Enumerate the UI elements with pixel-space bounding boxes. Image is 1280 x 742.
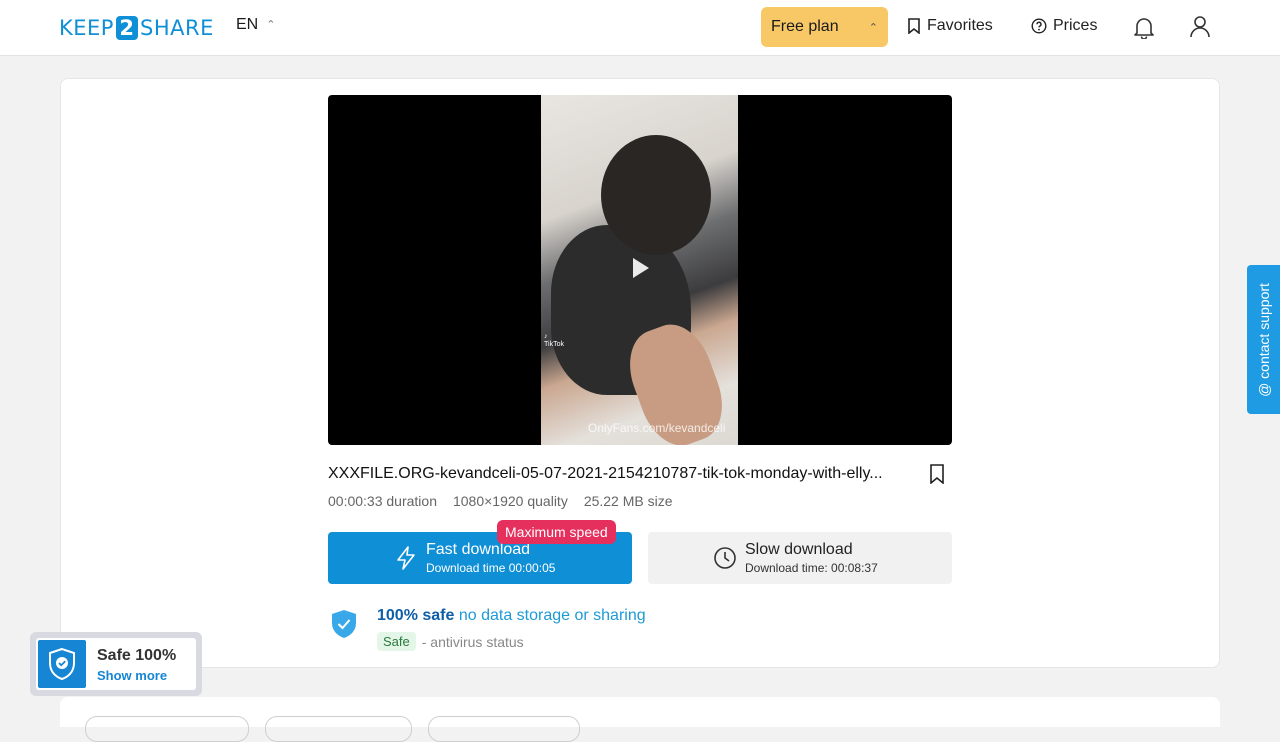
contact-support-tab[interactable]: @ contact support [1247, 265, 1280, 414]
language-label: EN [236, 16, 259, 33]
antivirus-status-text: - antivirus status [421, 633, 524, 650]
logo-text-left: KEEP [59, 16, 114, 40]
question-circle-icon [1031, 18, 1047, 34]
antivirus-status-badge: Safe [377, 632, 416, 651]
keep2share-logo[interactable]: KEEP 2 SHARE [59, 14, 214, 42]
site-header: KEEP 2 SHARE EN ⌃ Free plan ⌃ Favorites Pr… [0, 0, 1280, 56]
duration-value: 00:00:33 [328, 493, 383, 509]
quality-value: 1080×1920 [452, 493, 524, 509]
slow-download-button[interactable]: Slow download Download time: 00:08:37 [648, 532, 952, 584]
add-to-favorites-button[interactable] [924, 460, 950, 488]
slow-download-time: Download time: 00:08:37 [745, 561, 878, 575]
file-name: XXXFILE.ORG-kevandceli-05-07-2021-215421… [328, 465, 883, 482]
shield-check-icon [49, 647, 75, 681]
language-selector[interactable]: EN ⌃ [236, 16, 275, 34]
maximum-speed-badge: Maximum speed [497, 520, 616, 544]
safe-widget-icon-box [38, 640, 86, 688]
shield-check-icon [332, 610, 356, 638]
notifications-button[interactable] [1133, 15, 1155, 44]
safe-widget-show-more[interactable]: Show more [97, 668, 167, 683]
logo-text-right: SHARE [139, 16, 214, 40]
video-watermark: OnlyFans.com/kevandceli [588, 421, 726, 435]
logo-text-mid: 2 [115, 16, 138, 40]
free-plan-button[interactable]: Free plan ⌃ [761, 7, 888, 47]
quality-info: 1080×1920 quality [453, 493, 568, 509]
safety-bold: 100% safe [377, 607, 455, 624]
file-meta: 00:00:33 duration 1080×1920 quality 25.2… [328, 493, 673, 509]
size-label: size [647, 493, 673, 509]
favorites-link[interactable]: Favorites [907, 17, 993, 35]
thumbnail-figure-head [601, 135, 711, 255]
video-preview[interactable]: ♪ TikTok OnlyFans.com/kevandceli [328, 95, 952, 445]
bell-icon [1134, 18, 1154, 40]
fast-download-time: Download time 00:00:05 [426, 561, 556, 575]
tiktok-logo-icon: ♪ TikTok [544, 333, 564, 348]
contact-support-label: @ contact support [1255, 282, 1272, 397]
chevron-up-icon: ⌃ [868, 21, 878, 34]
bookmark-icon [930, 464, 944, 484]
tabs-section [60, 697, 1220, 742]
safety-statement: 100% safe no data storage or sharing [377, 607, 646, 625]
prices-link[interactable]: Prices [1031, 17, 1097, 35]
account-button[interactable] [1189, 15, 1211, 44]
safety-text: no data storage or sharing [458, 607, 646, 624]
prices-label: Prices [1053, 17, 1098, 34]
lightning-icon [397, 546, 415, 570]
clock-icon [714, 547, 736, 569]
chevron-up-icon: ⌃ [266, 18, 276, 31]
size-info: 25.22 MB size [584, 493, 673, 509]
slow-download-title: Slow download [745, 541, 853, 558]
plan-label: Free plan [771, 18, 839, 35]
quality-label: quality [527, 493, 568, 509]
user-icon [1190, 16, 1210, 38]
safe-100-widget[interactable]: Safe 100% Show more [30, 632, 202, 696]
duration-label: duration [386, 493, 437, 509]
favorites-label: Favorites [927, 17, 993, 34]
bookmark-icon [908, 18, 920, 34]
play-icon[interactable] [633, 258, 649, 278]
antivirus-status: Safe - antivirus status [377, 632, 524, 651]
duration-info: 00:00:33 duration [328, 493, 437, 509]
safe-widget-body: Safe 100% Show more [36, 638, 196, 690]
size-value: 25.22 MB [583, 493, 644, 509]
safe-widget-title: Safe 100% [97, 647, 177, 664]
